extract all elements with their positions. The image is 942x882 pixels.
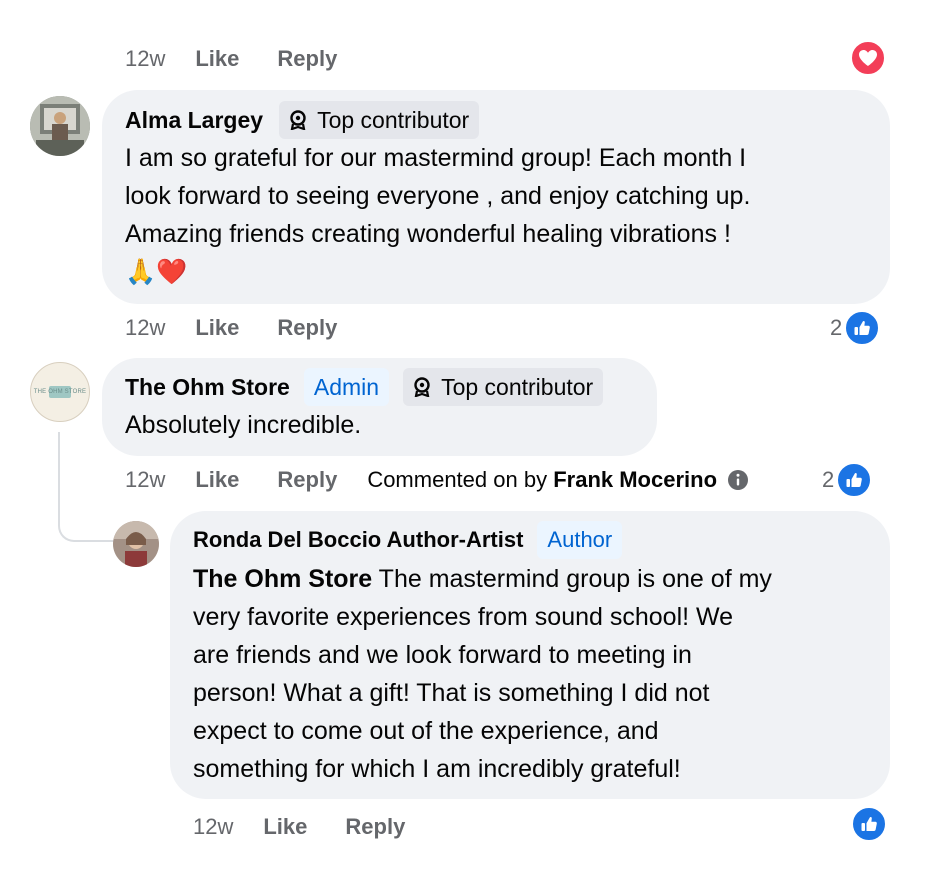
- like-button[interactable]: Like: [195, 46, 239, 72]
- info-icon[interactable]: [727, 469, 749, 491]
- comment-text: I am so grateful for our mastermind grou…: [125, 139, 875, 291]
- text-line: very favorite experiences from sound sch…: [193, 603, 734, 631]
- reply-button[interactable]: Reply: [345, 814, 405, 840]
- avatar-logo-text: THE OHM STORE: [33, 389, 87, 395]
- reply-button[interactable]: Reply: [277, 467, 337, 493]
- text-line: are friends and we look forward to meeti…: [193, 641, 692, 669]
- text-line: I am so grateful for our mastermind grou…: [125, 144, 747, 172]
- like-button[interactable]: Like: [195, 467, 239, 493]
- comment-header: The Ohm Store Admin Top contributor: [125, 368, 604, 406]
- text-line: Absolutely incredible.: [125, 411, 362, 439]
- reply-button[interactable]: Reply: [277, 46, 337, 72]
- avatar[interactable]: THE OHM STORE: [30, 362, 90, 422]
- avatar[interactable]: [113, 521, 159, 567]
- author-badge[interactable]: Author: [537, 521, 623, 559]
- badge-icon: [290, 110, 306, 130]
- reaction-summary[interactable]: 2: [822, 462, 873, 498]
- reaction-summary[interactable]: 2: [830, 310, 881, 346]
- comment-actions: 12w Like Reply: [193, 812, 443, 842]
- top-contributor-badge[interactable]: Top contributor: [279, 101, 480, 139]
- text-line: expect to come out of the experience, an…: [193, 717, 659, 745]
- text-line: something for which I am incredibly grat…: [193, 755, 681, 783]
- top-contributor-badge[interactable]: Top contributor: [403, 368, 604, 406]
- comment-text: The Ohm Store The mastermind group is on…: [193, 560, 883, 788]
- comment-actions: 12w Like Reply Commented on by Frank Moc…: [125, 465, 749, 495]
- thread-connector: [58, 432, 114, 542]
- like-button[interactable]: Like: [195, 315, 239, 341]
- author-name[interactable]: Alma Largey: [125, 107, 263, 134]
- reaction-summary[interactable]: [851, 806, 887, 842]
- badge-icon: [414, 377, 430, 397]
- commented-on-label: Commented on by Frank Mocerino: [367, 467, 717, 493]
- like-icon: [836, 462, 873, 498]
- author-name[interactable]: Ronda Del Boccio Author-Artist: [193, 527, 523, 553]
- comment-actions: 12w Like Reply: [125, 313, 375, 343]
- avatar[interactable]: [30, 96, 90, 156]
- badge-label: Top contributor: [317, 106, 470, 133]
- timestamp[interactable]: 12w: [125, 467, 165, 493]
- reply-button[interactable]: Reply: [277, 315, 337, 341]
- text-line: person! What a gift! That is something I…: [193, 679, 710, 707]
- timestamp[interactable]: 12w: [125, 315, 165, 341]
- reaction-count: 2: [822, 467, 835, 492]
- badge-label: Top contributor: [441, 373, 594, 400]
- author-name[interactable]: The Ohm Store: [125, 374, 290, 401]
- reaction-count: 2: [830, 315, 843, 340]
- admin-badge[interactable]: Admin: [303, 368, 390, 406]
- top-comment-actions: 12w Like Reply: [125, 44, 375, 74]
- like-button[interactable]: Like: [263, 814, 307, 840]
- comment-header: Alma Largey Top contributor: [125, 101, 480, 139]
- heart-reaction[interactable]: [850, 40, 886, 76]
- like-icon: [844, 310, 881, 346]
- timestamp[interactable]: 12w: [125, 46, 165, 72]
- text-line: look forward to seeing everyone , and en…: [125, 182, 751, 210]
- emoji-line: 🙏❤️: [125, 258, 188, 286]
- commenter-name[interactable]: Frank Mocerino: [553, 467, 717, 492]
- comment-text: Absolutely incredible.: [125, 406, 645, 444]
- mention-link[interactable]: The Ohm Store: [193, 565, 372, 593]
- heart-icon: [850, 40, 886, 76]
- comment-header: Ronda Del Boccio Author-Artist Author: [193, 521, 623, 559]
- text-line: The Ohm Store The mastermind group is on…: [193, 565, 772, 593]
- text-line: Amazing friends creating wonderful heali…: [125, 220, 731, 248]
- commented-on-text: Commented on by: [367, 467, 548, 492]
- timestamp[interactable]: 12w: [193, 814, 233, 840]
- like-icon: [851, 806, 887, 842]
